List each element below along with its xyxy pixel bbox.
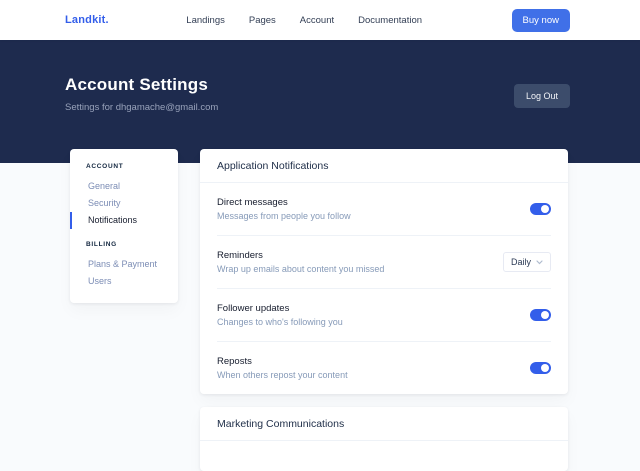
application-notifications-card: Application Notifications Direct message… bbox=[200, 149, 568, 394]
logout-button[interactable]: Log Out bbox=[514, 84, 570, 108]
nav-link-pages[interactable]: Pages bbox=[249, 15, 276, 26]
toggle-knob bbox=[541, 311, 549, 319]
setting-row-direct-messages: Direct messages Messages from people you… bbox=[217, 183, 551, 236]
page-title: Account Settings bbox=[65, 75, 218, 95]
toggle-knob bbox=[541, 205, 549, 213]
select-value: Daily bbox=[511, 257, 531, 267]
setting-text: Direct messages Messages from people you… bbox=[217, 197, 351, 221]
setting-text: Reminders Wrap up emails about content y… bbox=[217, 250, 384, 274]
hero-text: Account Settings Settings for dhgamache@… bbox=[65, 75, 218, 113]
marketing-communications-card: Marketing Communications bbox=[200, 407, 568, 471]
toggle-knob bbox=[541, 364, 549, 372]
sidebar-item-notifications[interactable]: Notifications bbox=[70, 212, 178, 229]
setting-subtitle: Changes to who's following you bbox=[217, 317, 343, 327]
setting-row-follower-updates: Follower updates Changes to who's follow… bbox=[217, 289, 551, 342]
setting-row-reposts: Reposts When others repost your content bbox=[217, 342, 551, 394]
setting-row-reminders: Reminders Wrap up emails about content y… bbox=[217, 236, 551, 289]
setting-subtitle: Messages from people you follow bbox=[217, 211, 351, 221]
nav-link-account[interactable]: Account bbox=[300, 15, 334, 26]
setting-title: Reposts bbox=[217, 356, 348, 367]
setting-title: Direct messages bbox=[217, 197, 351, 208]
application-notifications-title: Application Notifications bbox=[200, 149, 568, 183]
sidebar-item-users[interactable]: Users bbox=[70, 273, 178, 290]
sidebar-section-billing: Billing Plans & Payment Users bbox=[70, 241, 178, 290]
nav-links: Landings Pages Account Documentation bbox=[186, 15, 422, 26]
settings-sidebar: Account General Security Notifications B… bbox=[70, 149, 178, 303]
sidebar-header-account: Account bbox=[70, 163, 178, 170]
buy-now-button[interactable]: Buy now bbox=[512, 9, 570, 32]
logo[interactable]: Landkit. bbox=[65, 14, 109, 26]
setting-subtitle: When others repost your content bbox=[217, 370, 348, 380]
setting-title: Follower updates bbox=[217, 303, 343, 314]
main-column: Application Notifications Direct message… bbox=[200, 149, 568, 471]
sidebar-item-plans-payment[interactable]: Plans & Payment bbox=[70, 256, 178, 273]
hero: Account Settings Settings for dhgamache@… bbox=[0, 40, 640, 163]
sidebar-header-billing: Billing bbox=[70, 241, 178, 248]
navbar: Landkit. Landings Pages Account Document… bbox=[0, 0, 640, 40]
setting-subtitle: Wrap up emails about content you missed bbox=[217, 264, 384, 274]
sidebar-section-account: Account General Security Notifications bbox=[70, 163, 178, 229]
sidebar-item-general[interactable]: General bbox=[70, 178, 178, 195]
content-area: Account General Security Notifications B… bbox=[70, 149, 568, 471]
setting-text: Reposts When others repost your content bbox=[217, 356, 348, 380]
reposts-toggle[interactable] bbox=[530, 362, 551, 374]
reminders-frequency-select[interactable]: Daily bbox=[503, 252, 551, 272]
nav-link-landings[interactable]: Landings bbox=[186, 15, 225, 26]
chevron-down-icon bbox=[536, 260, 543, 265]
follower-updates-toggle[interactable] bbox=[530, 309, 551, 321]
marketing-communications-title: Marketing Communications bbox=[200, 407, 568, 441]
setting-text: Follower updates Changes to who's follow… bbox=[217, 303, 343, 327]
direct-messages-toggle[interactable] bbox=[530, 203, 551, 215]
page-subtitle: Settings for dhgamache@gmail.com bbox=[65, 102, 218, 113]
sidebar-item-security[interactable]: Security bbox=[70, 195, 178, 212]
nav-link-documentation[interactable]: Documentation bbox=[358, 15, 422, 26]
setting-title: Reminders bbox=[217, 250, 384, 261]
